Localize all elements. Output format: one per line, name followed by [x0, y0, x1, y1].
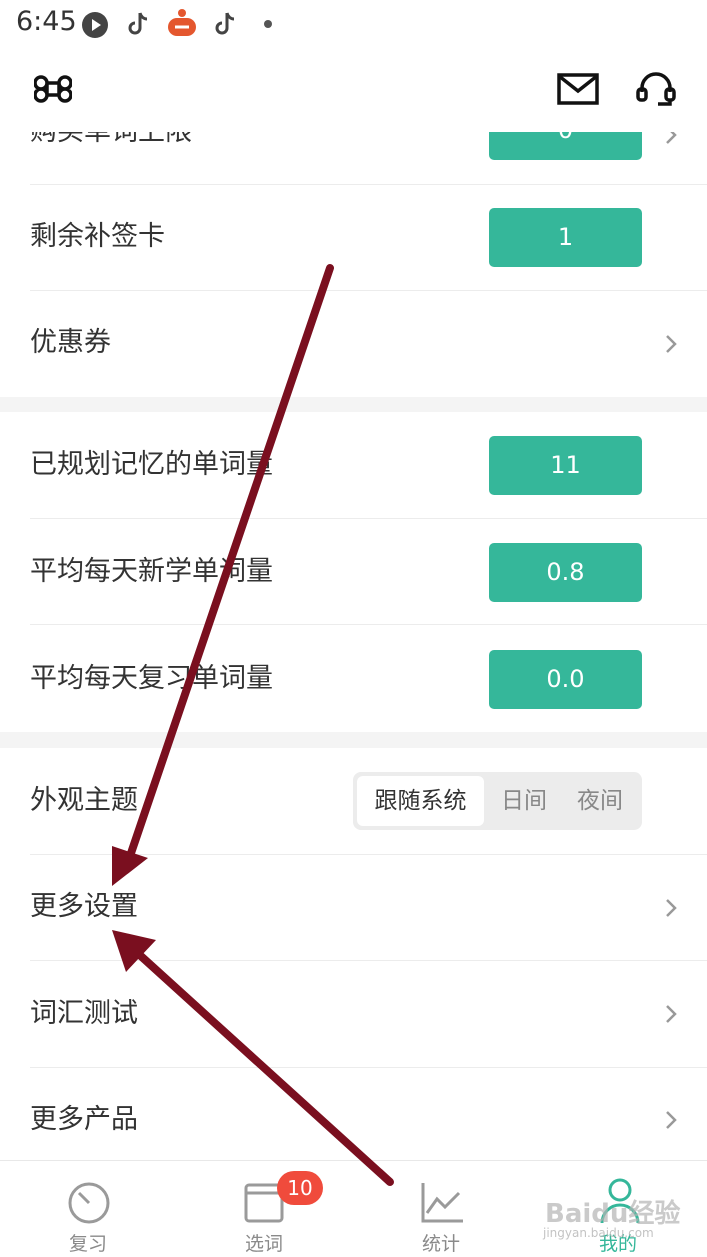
- list-item-coupons[interactable]: 优惠券: [0, 291, 707, 397]
- more-settings-label: 更多设置: [30, 891, 138, 922]
- theme-option-day[interactable]: 日间: [486, 776, 562, 826]
- list-item-more-products[interactable]: 更多产品: [0, 1068, 707, 1160]
- status-bar: 6:45: [0, 0, 707, 50]
- coupons-label: 优惠券: [30, 327, 111, 358]
- daily-review-words-value: 0.0: [489, 650, 642, 709]
- list-item-purchase-limit[interactable]: 购买单词上限 0: [0, 132, 707, 185]
- app-header: [0, 50, 707, 132]
- daily-new-words-value: 0.8: [489, 543, 642, 602]
- theme-segmented-control: 跟随系统 日间 夜间: [353, 772, 642, 830]
- list-item-makeup-cards[interactable]: 剩余补签卡 1: [0, 185, 707, 291]
- makeup-cards-value: 1: [489, 208, 642, 267]
- list-item-daily-review-words: 平均每天复习单词量 0.0: [0, 625, 707, 732]
- chevron-right-icon: [666, 335, 677, 353]
- chevron-right-icon: [666, 132, 677, 144]
- speedometer-icon: [68, 1182, 110, 1224]
- planned-words-label: 已规划记忆的单词量: [30, 449, 273, 480]
- list-item-more-settings[interactable]: 更多设置: [0, 855, 707, 961]
- vocab-test-label: 词汇测试: [30, 998, 138, 1029]
- notification-dot: [264, 20, 272, 28]
- tomato-app-icon: [168, 9, 196, 36]
- line-chart-icon: [421, 1183, 463, 1223]
- tab-review[interactable]: 复习: [0, 1161, 176, 1257]
- daily-new-words-label: 平均每天新学单词量: [30, 556, 273, 587]
- customer-service-icon[interactable]: [634, 68, 678, 112]
- purchase-limit-value: 0: [489, 132, 642, 160]
- tab-pick-words-label: 选词: [244, 1233, 283, 1255]
- list-item-theme: 外观主题 跟随系统 日间 夜间: [0, 748, 707, 855]
- tab-stats[interactable]: 统计: [353, 1161, 529, 1257]
- watermark: Baidu经验: [545, 1199, 681, 1229]
- purchase-limit-label: 购买单词上限: [30, 132, 192, 152]
- video-app-icon: [82, 12, 108, 38]
- tab-pick-words[interactable]: 选词: [176, 1161, 352, 1257]
- status-time: 6:45: [16, 6, 77, 37]
- chevron-right-icon: [666, 1005, 677, 1023]
- planned-words-value: 11: [489, 436, 642, 495]
- command-icon[interactable]: [34, 70, 72, 108]
- list-item-daily-new-words: 平均每天新学单词量 0.8: [0, 519, 707, 625]
- unread-badge: 10: [277, 1171, 323, 1205]
- tiktok-icon-2: [215, 12, 235, 35]
- chevron-right-icon: [666, 1111, 677, 1129]
- list-item-planned-words: 已规划记忆的单词量 11: [0, 412, 707, 519]
- mail-icon[interactable]: [557, 72, 599, 106]
- theme-option-night[interactable]: 夜间: [562, 776, 638, 826]
- tab-review-label: 复习: [68, 1233, 107, 1255]
- section-gap: [0, 732, 707, 748]
- list-item-vocab-test[interactable]: 词汇测试: [0, 961, 707, 1068]
- makeup-cards-label: 剩余补签卡: [30, 221, 165, 252]
- chevron-right-icon: [666, 899, 677, 917]
- daily-review-words-label: 平均每天复习单词量: [30, 663, 273, 694]
- more-products-label: 更多产品: [30, 1104, 138, 1135]
- theme-option-system[interactable]: 跟随系统: [357, 776, 484, 826]
- theme-label: 外观主题: [30, 785, 138, 816]
- section-gap: [0, 397, 707, 412]
- watermark-url: jingyan.baidu.com: [543, 1226, 654, 1240]
- tab-stats-label: 统计: [421, 1233, 460, 1255]
- tiktok-icon: [128, 12, 148, 35]
